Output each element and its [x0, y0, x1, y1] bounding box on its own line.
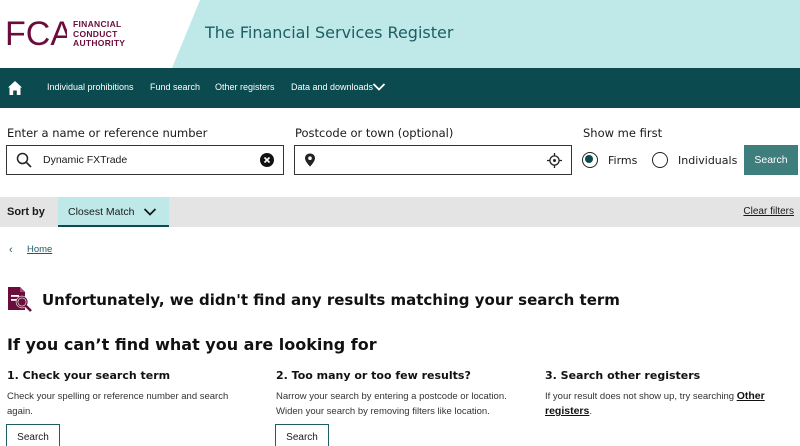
- show-first-label: Show me first: [583, 126, 663, 140]
- chevron-down-icon[interactable]: [372, 82, 386, 92]
- help-heading: If you can’t find what you are looking f…: [7, 335, 377, 354]
- main-nav: Individual prohibitions Fund search Othe…: [0, 68, 800, 108]
- tip-1-text: Check your spelling or reference number …: [7, 391, 229, 417]
- logo-text: FINANCIAL CONDUCT AUTHORITY: [73, 19, 126, 49]
- locate-me-icon[interactable]: [547, 153, 562, 168]
- clear-icon[interactable]: [260, 153, 274, 167]
- tip-3-title: 3. Search other registers: [545, 369, 701, 382]
- firms-radio[interactable]: [582, 152, 598, 168]
- individuals-radio-label[interactable]: Individuals: [678, 154, 737, 167]
- site-title[interactable]: The Financial Services Register: [205, 23, 453, 42]
- location-label: Postcode or town (optional): [295, 126, 454, 140]
- location-input[interactable]: [294, 145, 572, 175]
- tip-2-text: Narrow your search by entering a postcod…: [276, 391, 507, 417]
- sort-bar: Sort by Closest Match Clear filters: [0, 197, 800, 227]
- name-label: Enter a name or reference number: [7, 126, 208, 140]
- svg-text:FCA: FCA: [5, 15, 67, 52]
- home-icon[interactable]: [7, 80, 23, 96]
- nav-item-data-and-downloads[interactable]: Data and downloads: [291, 82, 373, 92]
- no-results-icon: [8, 287, 32, 312]
- chevron-down-icon[interactable]: [143, 207, 157, 217]
- breadcrumb-home[interactable]: Home: [27, 244, 52, 255]
- logo-area: FCA FINANCIAL CONDUCT AUTHORITY: [0, 0, 200, 68]
- fca-logo[interactable]: FCA: [5, 14, 67, 52]
- name-search-input[interactable]: Dynamic FXTrade: [6, 145, 284, 175]
- tip-3-text-suffix: .: [589, 406, 592, 417]
- tip-1-search-button[interactable]: Search: [6, 424, 60, 446]
- site-header: FCA FINANCIAL CONDUCT AUTHORITY The Fina…: [0, 0, 800, 68]
- clear-filters-link[interactable]: Clear filters: [743, 206, 794, 217]
- individuals-radio[interactable]: [652, 152, 668, 168]
- search-icon: [16, 152, 32, 168]
- name-input-value[interactable]: Dynamic FXTrade: [43, 154, 127, 166]
- sort-select[interactable]: Closest Match: [58, 197, 169, 227]
- tip-2-search-button[interactable]: Search: [275, 424, 329, 446]
- tip-3-text: If your result does not show up, try sea…: [545, 389, 795, 419]
- location-pin-icon: [305, 153, 315, 167]
- logo-line-3: AUTHORITY: [73, 38, 126, 48]
- no-results-heading: Unfortunately, we didn't find any result…: [42, 291, 620, 309]
- chevron-left-icon: ‹: [9, 244, 13, 256]
- tip-1-title: 1. Check your search term: [7, 369, 171, 382]
- nav-item-other-registers[interactable]: Other registers: [215, 82, 275, 92]
- firms-radio-label[interactable]: Firms: [608, 154, 637, 167]
- search-button[interactable]: Search: [744, 145, 798, 175]
- nav-item-individual-prohibitions[interactable]: Individual prohibitions: [47, 82, 134, 92]
- sort-label: Sort by: [7, 206, 45, 218]
- sort-value[interactable]: Closest Match: [68, 206, 135, 218]
- tip-3-text-body: If your result does not show up, try sea…: [545, 391, 737, 402]
- nav-item-fund-search[interactable]: Fund search: [150, 82, 200, 92]
- tip-2-title: 2. Too many or too few results?: [276, 369, 471, 382]
